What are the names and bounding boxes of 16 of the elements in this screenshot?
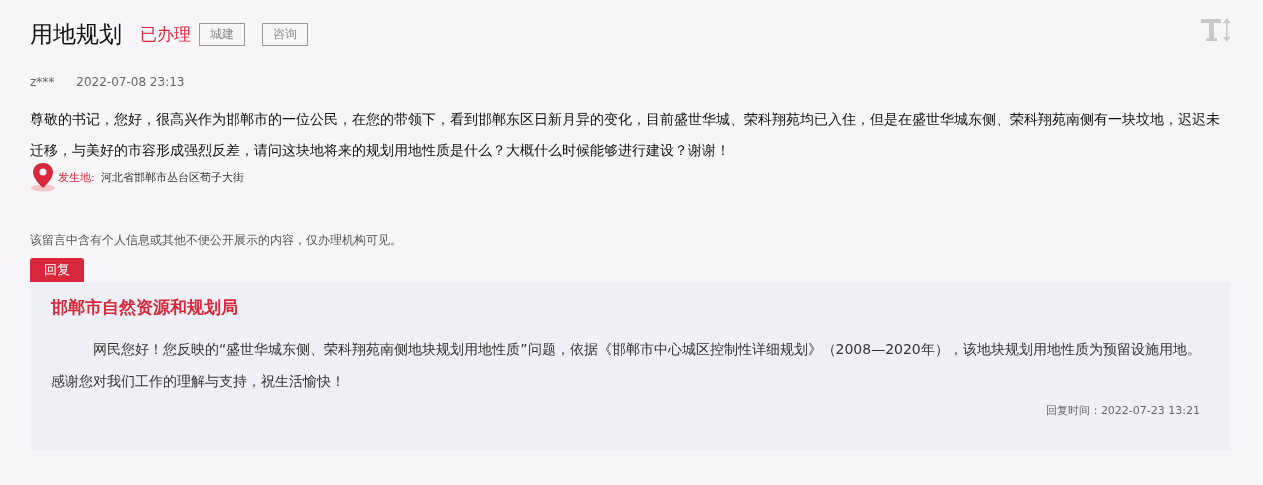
page-title: 用地规划 [30, 19, 122, 49]
reply-org: 邯郸市自然资源和规划局 [51, 296, 239, 319]
category-tag: 咨询 [262, 22, 308, 46]
location-value: 河北省邯郸市丛台区荀子大街 [100, 169, 244, 185]
post-date: 2022-07-08 23:13 [76, 75, 185, 89]
message-text: 尊敬的书记，您好，很高兴作为邯郸市的一位公民，在您的带领下，看到邯郸东区日新月异的变化，目前盛世华城、荣科翔苑均已入住，但是在盛世华城东侧、荣科翔苑南侧有一块坟地，迟迟未迁移，与美好的市容形成强烈反差，请问这块地将来的规划用地性质是什么？大概什么时候能够进行建设？谢谢！ [30, 110, 1221, 160]
reply-tab[interactable]: 回复 [30, 258, 84, 282]
reply-text: 网民您好！您反映的“盛世华城东侧、荣科翔苑南侧地块规划用地性质”问题，依据《邯郸市中心城区控制性详细规划》（2008—2020年），该地块规划用地性质为预留设施用地。感谢您对我们工作的理解与支持，祝生活愉快！ [51, 340, 1202, 391]
location-pin-icon [30, 162, 56, 192]
privacy-note: 该留言中含有个人信息或其他不便公开展示的内容，仅办理机构可见。 [30, 232, 403, 249]
category-tag: 城建 [199, 22, 245, 46]
reply-time: 回复时间：2022-07-23 13:21 [1044, 403, 1200, 418]
location-label: 发生地: [58, 169, 95, 185]
font-size-icon[interactable] [1201, 18, 1231, 42]
status-label: 已办理 [140, 22, 191, 46]
author-name: z*** [30, 75, 55, 89]
